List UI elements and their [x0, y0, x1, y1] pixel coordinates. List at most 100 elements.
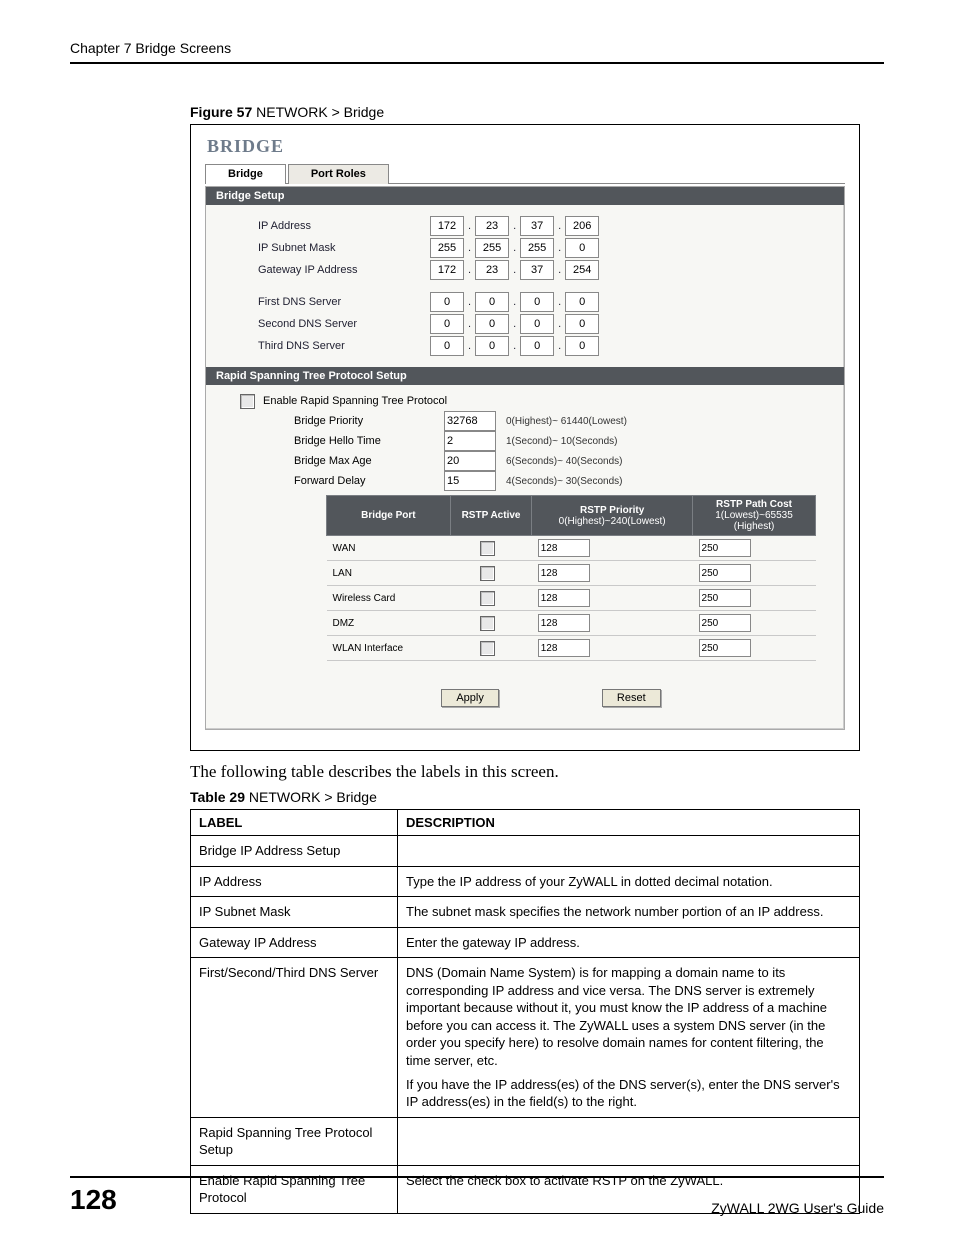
- page-title: BRIDGE: [207, 137, 845, 155]
- rstp-cost-input[interactable]: [699, 564, 751, 582]
- page-number: 128: [70, 1184, 117, 1216]
- rstp-active-checkbox[interactable]: [480, 541, 495, 556]
- figure-prefix: Figure 57: [190, 104, 252, 120]
- dns1-oct-3[interactable]: [520, 292, 554, 312]
- rstp-cost-input[interactable]: [699, 589, 751, 607]
- rstp-priority-input[interactable]: [538, 614, 590, 632]
- rstp-cost-input[interactable]: [699, 539, 751, 557]
- table-row: IP Subnet MaskThe subnet mask specifies …: [191, 897, 860, 928]
- rstp-priority-input[interactable]: [538, 539, 590, 557]
- hello-hint: 1(Second)~ 10(Seconds): [506, 436, 617, 447]
- label-hello: Bridge Hello Time: [294, 435, 444, 447]
- table-row: DMZ: [327, 611, 816, 636]
- rstp-active-checkbox[interactable]: [480, 566, 495, 581]
- ip-oct-2[interactable]: [475, 216, 509, 236]
- fwd-input[interactable]: [444, 471, 496, 491]
- table-caption: Table 29 NETWORK > Bridge: [190, 789, 884, 805]
- dns2-oct-4[interactable]: [565, 314, 599, 334]
- dns1-oct-2[interactable]: [475, 292, 509, 312]
- rstp-priority-input[interactable]: [538, 564, 590, 582]
- page-footer: 128 ZyWALL 2WG User's Guide: [70, 1176, 884, 1216]
- mask-oct-4[interactable]: [565, 238, 599, 258]
- label-ip: IP Address: [258, 220, 428, 232]
- ip-oct-3[interactable]: [520, 216, 554, 236]
- dns3-oct-1[interactable]: [430, 336, 464, 356]
- table-row: IP AddressType the IP address of your Zy…: [191, 866, 860, 897]
- section-bridge-setup: Bridge Setup: [206, 187, 844, 205]
- rstp-priority-input[interactable]: [538, 639, 590, 657]
- chapter-header: Chapter 7 Bridge Screens: [70, 40, 884, 64]
- row-label: IP Subnet Mask: [191, 897, 398, 928]
- label-fwd: Forward Delay: [294, 475, 444, 487]
- gw-oct-3[interactable]: [520, 260, 554, 280]
- label-gw: Gateway IP Address: [258, 264, 428, 276]
- row-desc: Enter the gateway IP address.: [398, 927, 860, 958]
- rstp-cost-input[interactable]: [699, 614, 751, 632]
- enable-rstp-checkbox[interactable]: [240, 394, 255, 409]
- th-bridge-port: Bridge Port: [327, 496, 451, 536]
- rstp-active-checkbox[interactable]: [480, 591, 495, 606]
- rstp-active-checkbox[interactable]: [480, 616, 495, 631]
- dns3-oct-3[interactable]: [520, 336, 554, 356]
- label-dns2: Second DNS Server: [258, 318, 428, 330]
- tab-port-roles[interactable]: Port Roles: [288, 164, 389, 184]
- label-dns1: First DNS Server: [258, 296, 428, 308]
- dns1-oct-1[interactable]: [430, 292, 464, 312]
- tab-bridge[interactable]: Bridge: [205, 164, 286, 184]
- rstp-priority-input[interactable]: [538, 589, 590, 607]
- maxage-hint: 6(Seconds)~ 40(Seconds): [506, 456, 622, 467]
- reset-button[interactable]: Reset: [602, 689, 661, 707]
- port-name: LAN: [327, 561, 451, 586]
- dns1-oct-4[interactable]: [565, 292, 599, 312]
- description-table: LABEL DESCRIPTION Bridge IP Address Setu…: [190, 809, 860, 1214]
- mask-oct-1[interactable]: [430, 238, 464, 258]
- th-rstp-priority: RSTP Priority0(Highest)~240(Lowest): [532, 496, 693, 536]
- mask-oct-3[interactable]: [520, 238, 554, 258]
- row-label: Gateway IP Address: [191, 927, 398, 958]
- th-description: DESCRIPTION: [398, 810, 860, 836]
- dns3-oct-2[interactable]: [475, 336, 509, 356]
- label-dns3: Third DNS Server: [258, 340, 428, 352]
- dns2-oct-2[interactable]: [475, 314, 509, 334]
- port-name: Wireless Card: [327, 586, 451, 611]
- gw-oct-1[interactable]: [430, 260, 464, 280]
- mask-oct-2[interactable]: [475, 238, 509, 258]
- rstp-active-checkbox[interactable]: [480, 641, 495, 656]
- table-row: Gateway IP AddressEnter the gateway IP a…: [191, 927, 860, 958]
- priority-hint: 0(Highest)~ 61440(Lowest): [506, 416, 627, 427]
- maxage-input[interactable]: [444, 451, 496, 471]
- label-priority: Bridge Priority: [294, 415, 444, 427]
- rstp-cost-input[interactable]: [699, 639, 751, 657]
- dns2-oct-3[interactable]: [520, 314, 554, 334]
- hello-input[interactable]: [444, 431, 496, 451]
- row-desc: [398, 836, 860, 867]
- label-maxage: Bridge Max Age: [294, 455, 444, 467]
- th-label: LABEL: [191, 810, 398, 836]
- bridge-screenshot: BRIDGE Bridge Port Roles Bridge Setup IP…: [190, 124, 860, 751]
- table-row: WAN: [327, 536, 816, 561]
- gw-oct-4[interactable]: [565, 260, 599, 280]
- table-row: Rapid Spanning Tree Protocol Setup: [191, 1117, 860, 1165]
- rstp-port-table: Bridge Port RSTP Active RSTP Priority0(H…: [326, 495, 816, 661]
- fwd-hint: 4(Seconds)~ 30(Seconds): [506, 476, 622, 487]
- row-label: Bridge IP Address Setup: [191, 836, 398, 867]
- port-name: DMZ: [327, 611, 451, 636]
- apply-button[interactable]: Apply: [441, 689, 499, 707]
- gw-oct-2[interactable]: [475, 260, 509, 280]
- priority-input[interactable]: [444, 411, 496, 431]
- dns3-oct-4[interactable]: [565, 336, 599, 356]
- guide-title: ZyWALL 2WG User's Guide: [711, 1200, 884, 1216]
- port-name: WLAN Interface: [327, 636, 451, 661]
- table-prefix: Table 29: [190, 789, 245, 805]
- ip-oct-1[interactable]: [430, 216, 464, 236]
- figure-caption: Figure 57 NETWORK > Bridge: [190, 104, 884, 120]
- enable-rstp-label: Enable Rapid Spanning Tree Protocol: [263, 395, 447, 407]
- th-rstp-pathcost: RSTP Path Cost1(Lowest)~65535 (Highest): [693, 496, 816, 536]
- table-row: LAN: [327, 561, 816, 586]
- port-name: WAN: [327, 536, 451, 561]
- ip-oct-4[interactable]: [565, 216, 599, 236]
- dns2-oct-1[interactable]: [430, 314, 464, 334]
- row-label: Rapid Spanning Tree Protocol Setup: [191, 1117, 398, 1165]
- row-label: IP Address: [191, 866, 398, 897]
- row-desc: [398, 1117, 860, 1165]
